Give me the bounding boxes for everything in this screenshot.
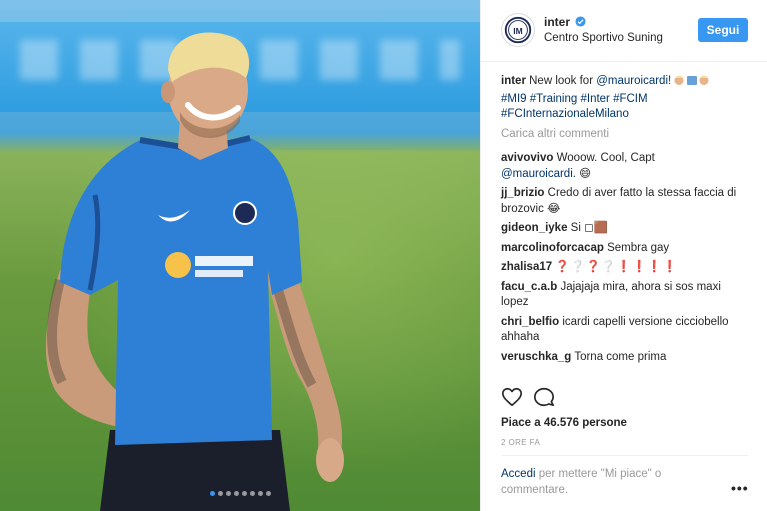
follow-button[interactable]: Segui xyxy=(698,18,748,42)
carousel-dot[interactable] xyxy=(241,491,247,496)
carousel-dot[interactable] xyxy=(225,491,231,496)
comment-username[interactable]: avivovivo xyxy=(501,152,553,164)
comments-list: inter New look for @mauroicardi! #MI9 #T… xyxy=(501,74,751,369)
caption-hashtags[interactable]: #MI9 #Training #Inter #FCIM #FCInternazi… xyxy=(501,93,648,121)
heart-icon[interactable] xyxy=(501,386,523,408)
comment-text: Wooow. Cool, Capt xyxy=(556,152,655,164)
caption-text: New look for xyxy=(529,75,594,87)
caption-emoji-icon xyxy=(674,75,710,92)
comment-username[interactable]: chri_belfio xyxy=(501,316,559,328)
comment-item: facu_c.a.b Jajajaja mira, ahora si sos m… xyxy=(501,280,751,311)
carousel-indicator[interactable] xyxy=(0,487,480,499)
more-options-icon[interactable]: ••• xyxy=(731,480,749,496)
comment-text: Si xyxy=(570,222,581,234)
comment-item: avivovivo Wooow. Cool, Capt @mauroicardi… xyxy=(501,151,751,182)
post-photo[interactable] xyxy=(0,0,480,511)
likes-count[interactable]: Piace a 46.576 persone xyxy=(501,417,627,429)
player-illustration xyxy=(40,20,370,511)
carousel-dot-active[interactable] xyxy=(209,491,215,496)
comment-item: jj_brizio Credo di aver fatto la stessa … xyxy=(501,186,751,217)
carousel-dot[interactable] xyxy=(217,491,223,496)
divider xyxy=(501,455,748,456)
carousel-dot[interactable] xyxy=(233,491,239,496)
comment-username[interactable]: jj_brizio xyxy=(501,187,544,199)
comment-mention[interactable]: @mauroicardi. xyxy=(501,168,576,180)
post-sidebar: IM inter Centro Sportivo Suning Segui in… xyxy=(480,0,767,511)
comment-text: ❓❔❓❔❗❗❗❗ xyxy=(555,261,678,273)
post-header: IM inter Centro Sportivo Suning Segui xyxy=(481,0,767,62)
comment-emoji: ◻🟫 xyxy=(584,222,608,234)
comment-item: gideon_iyke Si ◻🟫 xyxy=(501,221,751,237)
comment-item: zhalisa17 ❓❔❓❔❗❗❗❗ xyxy=(501,260,751,276)
carousel-dot[interactable] xyxy=(249,491,255,496)
post-username[interactable]: inter xyxy=(544,15,570,29)
comment-item: veruschka_g Torna come prima xyxy=(501,350,751,366)
comment-text: Sembra gay xyxy=(607,241,670,254)
comment-emoji: 😂 xyxy=(547,202,561,215)
comment-username[interactable]: facu_c.a.b xyxy=(501,281,557,293)
comment-text: Torna come prima xyxy=(574,350,667,363)
comment-emoji: 😄 xyxy=(579,167,592,180)
post-timestamp: 2 ORE FA xyxy=(501,438,541,447)
login-prompt: Accedi per mettere "Mi piace" o commenta… xyxy=(501,467,701,498)
avatar[interactable]: IM xyxy=(501,13,535,47)
caption-mention[interactable]: @mauroicardi! xyxy=(596,75,671,87)
post-location[interactable]: Centro Sportivo Suning xyxy=(544,32,663,44)
post-caption: inter New look for @mauroicardi! #MI9 #T… xyxy=(501,74,751,123)
comment-item: chri_belfio icardi capelli versione cicc… xyxy=(501,315,751,346)
comment-item: marcolinoforcacap Sembra gay xyxy=(501,241,751,257)
comment-username[interactable]: veruschka_g xyxy=(501,351,571,363)
carousel-dot[interactable] xyxy=(265,491,271,496)
comment-username[interactable]: zhalisa17 xyxy=(501,261,552,273)
verified-icon xyxy=(575,16,586,27)
svg-text:IM: IM xyxy=(513,26,522,36)
login-link[interactable]: Accedi xyxy=(501,468,536,480)
carousel-dot[interactable] xyxy=(257,491,263,496)
caption-username[interactable]: inter xyxy=(501,75,526,87)
action-bar xyxy=(499,386,749,412)
comment-icon[interactable] xyxy=(533,386,555,408)
comment-username[interactable]: gideon_iyke xyxy=(501,222,567,234)
comment-username[interactable]: marcolinoforcacap xyxy=(501,242,604,254)
load-more-comments-link[interactable]: Carica altri commenti xyxy=(501,127,751,143)
